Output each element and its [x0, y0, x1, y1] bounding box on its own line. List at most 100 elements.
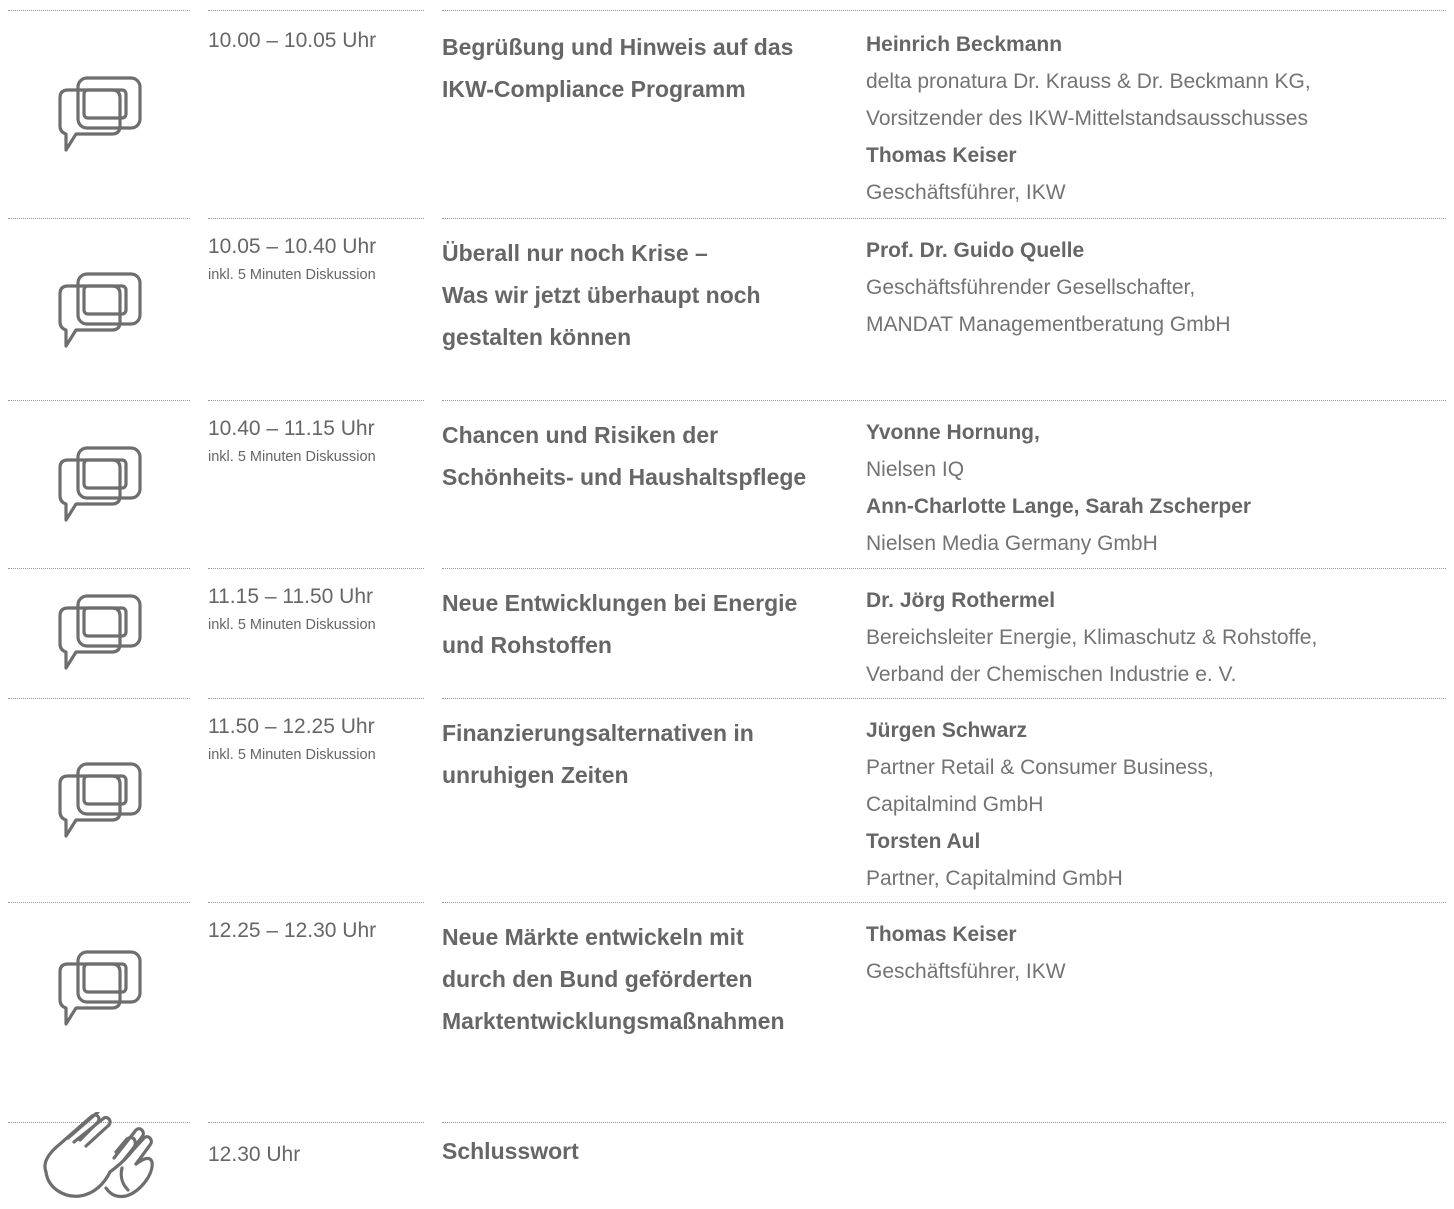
discussion-note: inkl. 5 Minuten Diskussion	[208, 449, 376, 465]
time-column: 12.30 Uhr	[208, 1140, 433, 1170]
speaker-affiliation: Nielsen Media Germany GmbH	[866, 532, 1158, 555]
speech-bubbles-icon	[54, 590, 144, 674]
session-title: Neue Entwicklungen bei Energie und Rohsto…	[442, 582, 852, 666]
clapping-hands-icon	[40, 1110, 160, 1202]
row-divider	[208, 400, 424, 401]
speaker-affiliation: Vorsitzender des IKW-Mittelstandsausschu…	[866, 107, 1308, 130]
session-title-line: Marktentwicklungsmaßnahmen	[442, 1008, 785, 1034]
agenda-row: 10.00 – 10.05 Uhr Begrüßung und Hinweis a…	[0, 10, 1454, 211]
time-column: 10.05 – 10.40 Uhr inkl. 5 Minuten Diskuss…	[208, 232, 433, 288]
speaker-affiliation: Partner, Capitalmind GmbH	[866, 867, 1123, 890]
row-divider	[208, 568, 424, 569]
time-slot: 10.00 – 10.05 Uhr	[208, 29, 377, 52]
discussion-note: inkl. 5 Minuten Diskussion	[208, 267, 376, 283]
session-title-line: Schlusswort	[442, 1138, 579, 1164]
speaker-name: Dr. Jörg Rothermel	[866, 589, 1056, 612]
speaker-list: Yvonne Hornung, Nielsen IQ Ann-Charlotte L…	[866, 414, 1446, 562]
row-divider	[208, 1122, 424, 1123]
row-divider	[8, 568, 190, 569]
session-title-line: IKW-Compliance Programm	[442, 76, 746, 102]
speaker-list: Thomas Keiser Geschäftsführer, IKW	[866, 916, 1446, 990]
session-title-line: Schönheits- und Haushaltspflege	[442, 464, 807, 490]
speaker-affiliation: Capitalmind GmbH	[866, 793, 1044, 816]
session-title-line: Neue Entwicklungen bei Energie	[442, 590, 798, 616]
speaker-affiliation: Bereichsleiter Energie, Klimaschutz & Ro…	[866, 626, 1318, 649]
agenda-row: 11.15 – 11.50 Uhr inkl. 5 Minuten Diskuss…	[0, 568, 1454, 693]
session-title-line: Finanzierungsalternativen in	[442, 720, 754, 746]
session-title: Finanzierungsalternativen in unruhigen Ze…	[442, 712, 852, 796]
row-divider	[8, 698, 190, 699]
row-divider	[8, 902, 190, 903]
speaker-list: Jürgen Schwarz Partner Retail & Consumer …	[866, 712, 1446, 897]
row-divider	[442, 1122, 1446, 1123]
speaker-name: Thomas Keiser	[866, 144, 1017, 167]
session-title-line: Chancen und Risiken der	[442, 422, 719, 448]
row-divider	[442, 698, 1446, 699]
row-divider	[8, 400, 190, 401]
agenda-row: 10.05 – 10.40 Uhr inkl. 5 Minuten Diskuss…	[0, 218, 1454, 394]
time-column: 11.15 – 11.50 Uhr inkl. 5 Minuten Diskuss…	[208, 582, 433, 638]
time-slot: 11.50 – 12.25 Uhr	[208, 715, 375, 738]
session-title-line: Neue Märkte entwickeln mit	[442, 924, 744, 950]
session-title: Überall nur noch Krise – Was wir jetzt üb…	[442, 232, 852, 358]
session-title-line: Was wir jetzt überhaupt noch	[442, 282, 761, 308]
row-divider	[442, 902, 1446, 903]
session-title-line: Begrüßung und Hinweis auf das	[442, 34, 794, 60]
session-title-line: Überall nur noch Krise –	[442, 240, 708, 266]
speaker-affiliation: Partner Retail & Consumer Business,	[866, 756, 1214, 779]
row-divider	[8, 218, 190, 219]
time-slot: 10.40 – 11.15 Uhr	[208, 417, 375, 440]
row-divider	[208, 698, 424, 699]
speaker-name: Jürgen Schwarz	[866, 719, 1028, 742]
speaker-name: Ann-Charlotte Lange, Sarah Zscherper	[866, 495, 1252, 518]
row-divider	[442, 218, 1446, 219]
speech-bubbles-icon	[54, 758, 144, 842]
row-divider	[208, 10, 424, 11]
speaker-affiliation: Verband der Chemischen Industrie e. V.	[866, 663, 1237, 686]
row-divider	[442, 568, 1446, 569]
time-slot: 12.30 Uhr	[208, 1143, 301, 1166]
session-title-line: gestalten können	[442, 324, 632, 350]
session-title-line: unruhigen Zeiten	[442, 762, 629, 788]
time-slot: 12.25 – 12.30 Uhr	[208, 919, 377, 942]
speaker-name: Heinrich Beckmann	[866, 33, 1063, 56]
speaker-affiliation: Geschäftsführer, IKW	[866, 960, 1066, 983]
speaker-affiliation: delta pronatura Dr. Krauss & Dr. Beckman…	[866, 70, 1311, 93]
agenda-row: 12.25 – 12.30 Uhr Neue Märkte entwickeln …	[0, 902, 1454, 1118]
session-title: Begrüßung und Hinweis auf das IKW-Complia…	[442, 26, 852, 110]
row-divider	[442, 10, 1446, 11]
speaker-name: Thomas Keiser	[866, 923, 1017, 946]
row-divider	[208, 218, 424, 219]
session-title: Schlusswort	[442, 1130, 852, 1172]
speaker-list: Heinrich Beckmann delta pronatura Dr. Kra…	[866, 26, 1446, 211]
session-title: Chancen und Risiken der Schönheits- und H…	[442, 414, 852, 498]
speaker-list: Prof. Dr. Guido Quelle Geschäftsführender…	[866, 232, 1446, 343]
row-divider	[8, 10, 190, 11]
speaker-name: Yvonne Hornung,	[866, 421, 1040, 444]
row-divider	[442, 400, 1446, 401]
speaker-name: Torsten Aul	[866, 830, 981, 853]
time-column: 12.25 – 12.30 Uhr	[208, 916, 433, 946]
agenda-row: 11.50 – 12.25 Uhr inkl. 5 Minuten Diskuss…	[0, 698, 1454, 897]
speech-bubbles-icon	[54, 442, 144, 526]
agenda-row: 10.40 – 11.15 Uhr inkl. 5 Minuten Diskuss…	[0, 400, 1454, 562]
speaker-affiliation: Nielsen IQ	[866, 458, 965, 481]
agenda-list: 10.00 – 10.05 Uhr Begrüßung und Hinweis a…	[0, 0, 1454, 1209]
time-column: 11.50 – 12.25 Uhr inkl. 5 Minuten Diskuss…	[208, 712, 433, 768]
session-title-line: und Rohstoffen	[442, 632, 612, 658]
discussion-note: inkl. 5 Minuten Diskussion	[208, 617, 376, 633]
speaker-affiliation: MANDAT Managementberatung GmbH	[866, 313, 1231, 336]
time-column: 10.40 – 11.15 Uhr inkl. 5 Minuten Diskuss…	[208, 414, 433, 470]
discussion-note: inkl. 5 Minuten Diskussion	[208, 747, 376, 763]
session-title-line: durch den Bund geförderten	[442, 966, 753, 992]
speech-bubbles-icon	[54, 946, 144, 1030]
speaker-affiliation: Geschäftsführender Gesellschafter,	[866, 276, 1196, 299]
speech-bubbles-icon	[54, 268, 144, 352]
time-slot: 11.15 – 11.50 Uhr	[208, 585, 374, 608]
speaker-list: Dr. Jörg Rothermel Bereichsleiter Energie…	[866, 582, 1446, 693]
speaker-affiliation: Geschäftsführer, IKW	[866, 181, 1066, 204]
agenda-row: 12.30 Uhr Schlusswort	[0, 1110, 1454, 1208]
row-divider	[208, 902, 424, 903]
session-title: Neue Märkte entwickeln mit durch den Bund…	[442, 916, 852, 1042]
time-column: 10.00 – 10.05 Uhr	[208, 26, 433, 56]
